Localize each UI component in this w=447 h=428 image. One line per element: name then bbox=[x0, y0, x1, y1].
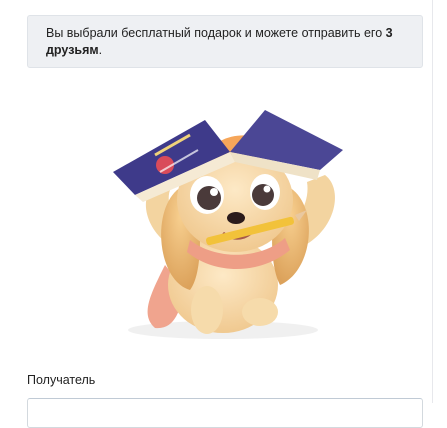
puppy-book-icon bbox=[113, 110, 343, 339]
gift-image[interactable] bbox=[95, 90, 355, 345]
gift-info-text: Вы выбрали бесплатный подарок и можете о… bbox=[46, 26, 386, 40]
gift-info-period: . bbox=[98, 43, 103, 57]
gift-info-notice: Вы выбрали бесплатный подарок и можете о… bbox=[27, 15, 423, 68]
recipient-label: Получатель bbox=[27, 373, 96, 387]
page-divider bbox=[432, 0, 433, 403]
